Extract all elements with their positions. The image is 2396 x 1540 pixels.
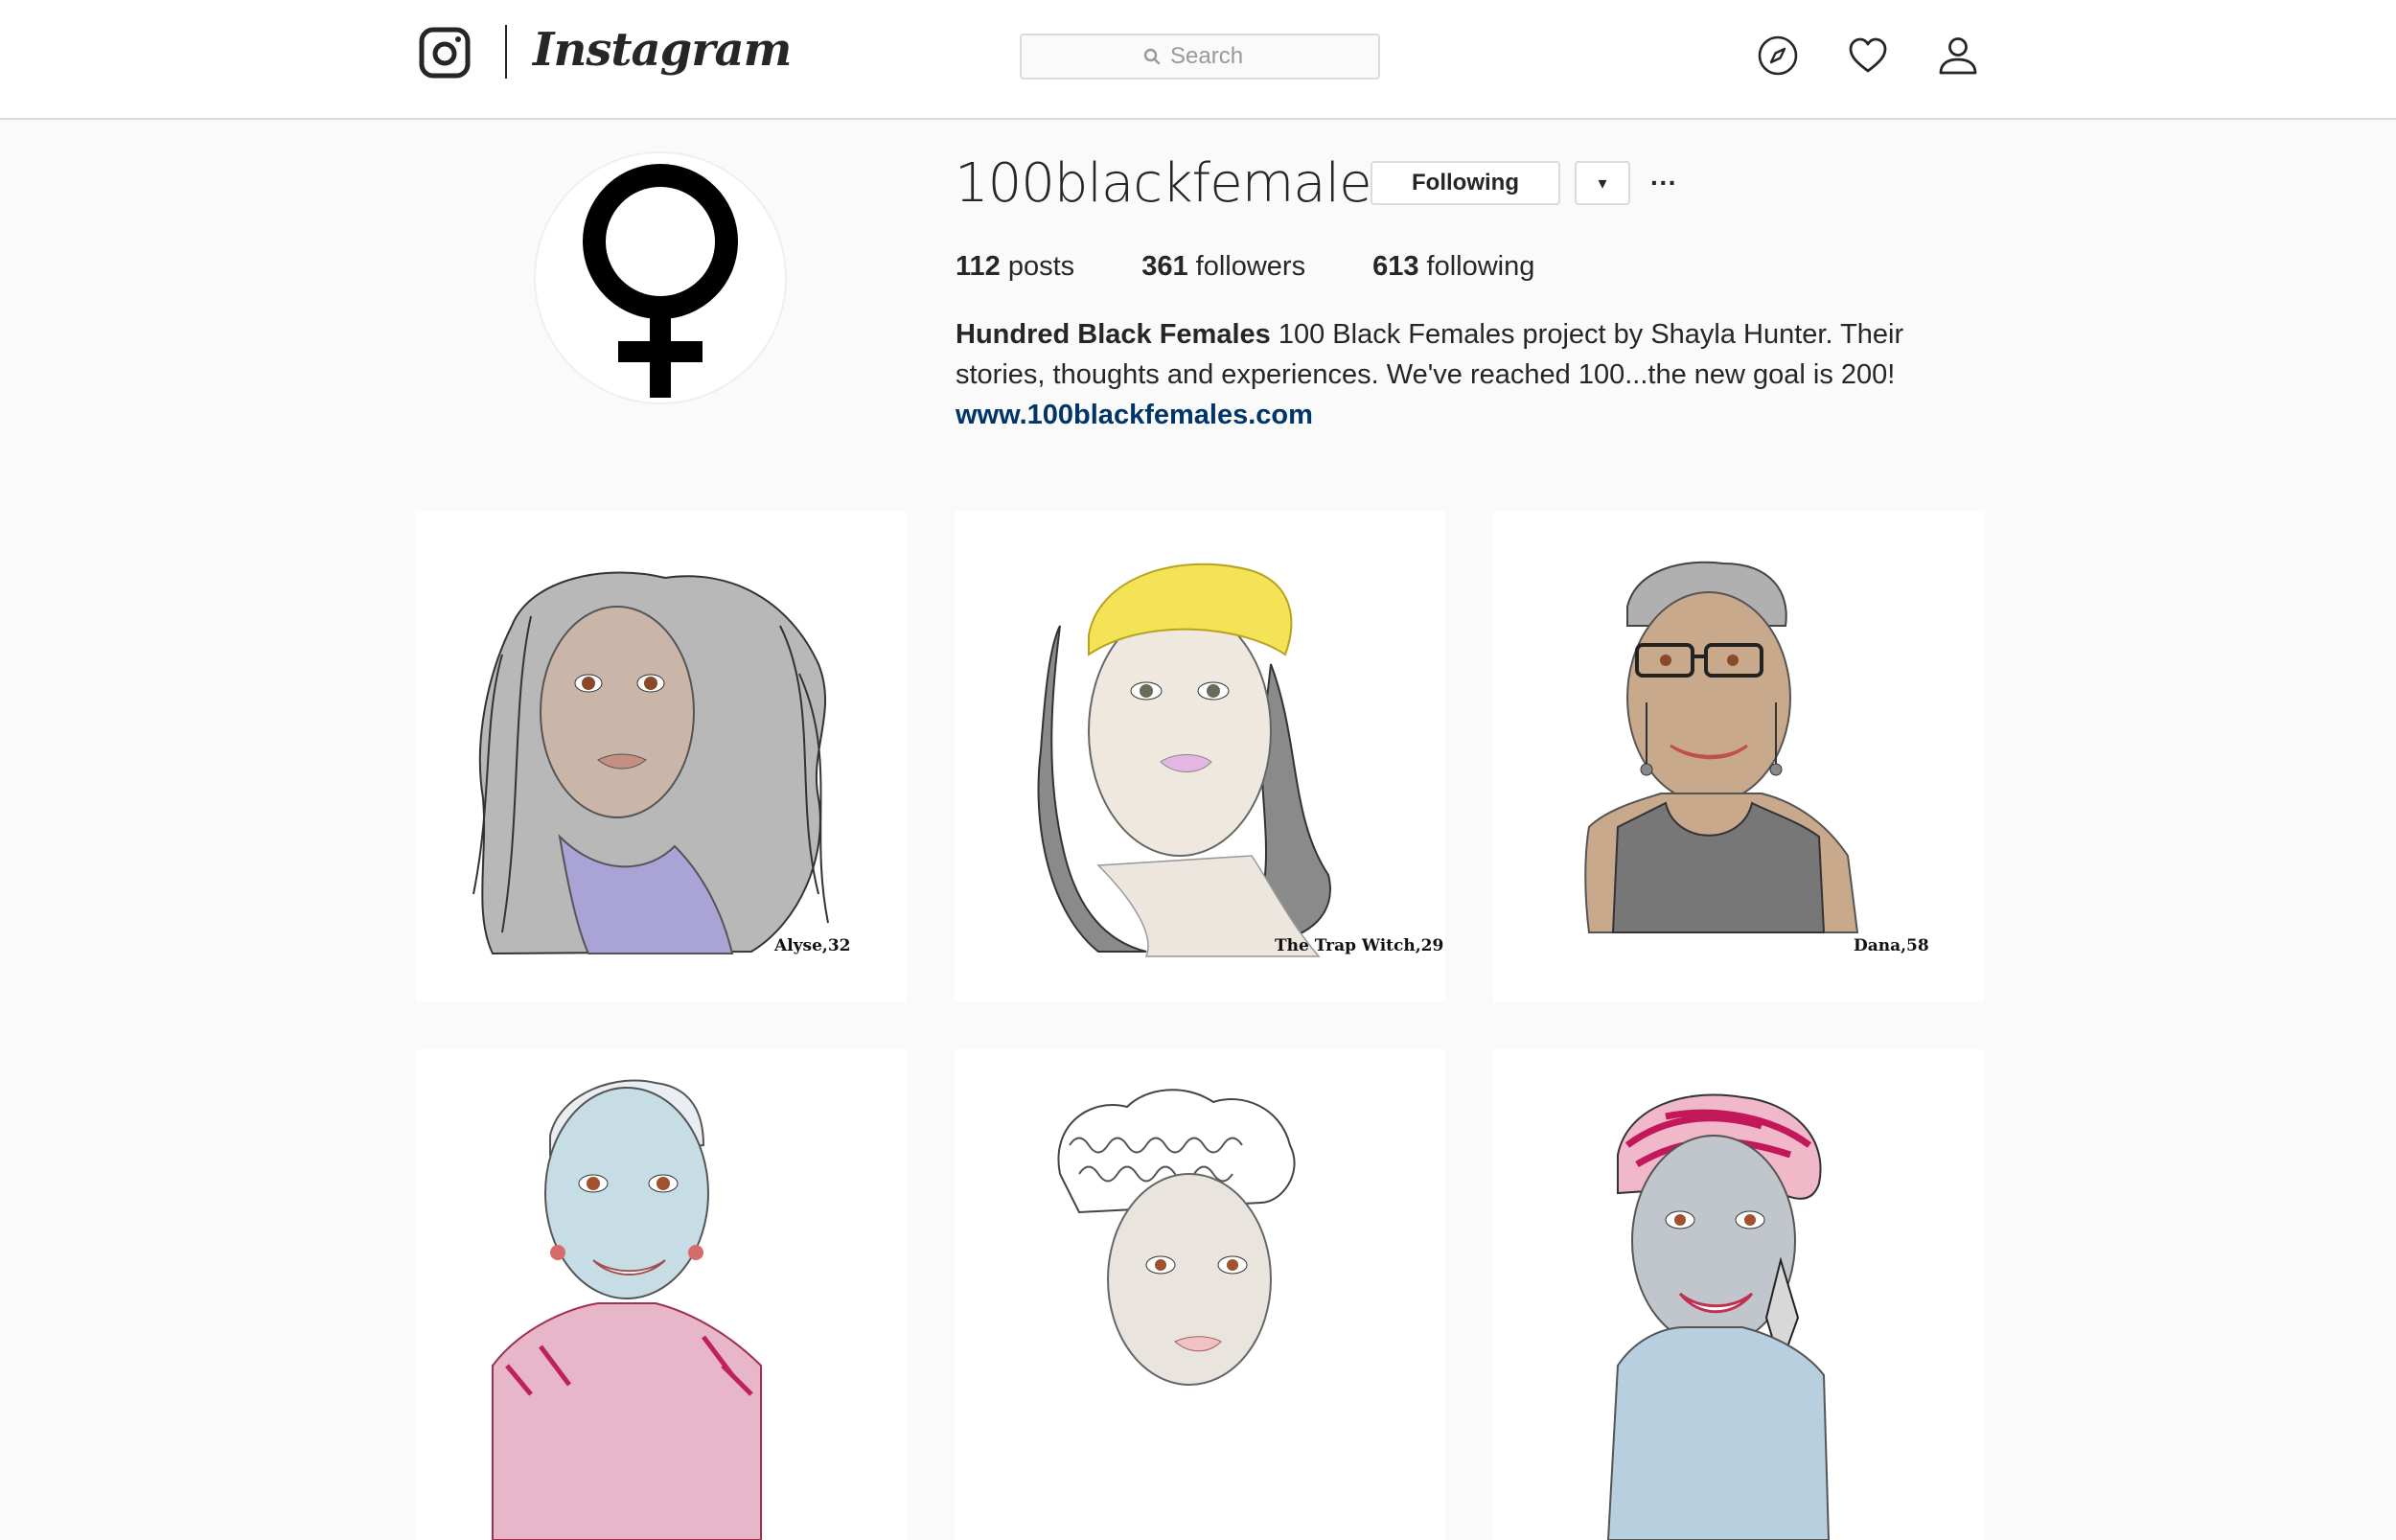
female-symbol-icon bbox=[583, 164, 738, 398]
post-tile[interactable]: The Trap Witch,29 bbox=[955, 511, 1445, 1001]
post-drawing bbox=[1606, 1093, 1831, 1540]
top-navigation-bar: Instagram bbox=[0, 0, 2396, 120]
post-drawing bbox=[492, 1079, 762, 1540]
search-icon bbox=[1143, 48, 1161, 65]
post-caption: The Trap Witch,29 bbox=[1275, 936, 1444, 955]
logo-divider bbox=[505, 25, 507, 79]
post-drawing bbox=[1584, 561, 1859, 933]
post-caption: Dana,58 bbox=[1854, 936, 1929, 955]
suggestions-dropdown-button[interactable]: ▾ bbox=[1575, 161, 1630, 205]
post-drawing bbox=[1037, 563, 1331, 957]
post-tile[interactable] bbox=[1493, 1049, 1984, 1540]
post-caption: Alyse,32 bbox=[774, 936, 851, 955]
compass-icon[interactable] bbox=[1757, 34, 1799, 77]
post-drawing bbox=[472, 571, 829, 955]
following-button[interactable]: Following bbox=[1371, 161, 1560, 205]
more-dots-icon: ··· bbox=[1650, 168, 1677, 197]
instagram-camera-icon[interactable] bbox=[419, 27, 471, 79]
profile-username: 100blackfemales bbox=[955, 152, 1399, 215]
posts-label: posts bbox=[1007, 251, 1075, 282]
profile-stats: 112 posts 361 followers 613 following bbox=[956, 247, 1534, 286]
more-options-button[interactable]: ··· bbox=[1647, 161, 1681, 205]
following-count: 613 bbox=[1372, 251, 1419, 282]
search-box[interactable] bbox=[1020, 34, 1380, 80]
post-drawing bbox=[1057, 1089, 1296, 1386]
post-tile[interactable]: Dana,58 bbox=[1493, 511, 1984, 1001]
profile-avatar[interactable] bbox=[534, 151, 787, 404]
profile-bio: Hundred Black Females 100 Black Females … bbox=[956, 314, 1981, 435]
following-label: following bbox=[1426, 251, 1535, 282]
followers-count: 361 bbox=[1141, 251, 1188, 282]
post-tile[interactable]: Alyse,32 bbox=[416, 511, 907, 1001]
person-icon[interactable] bbox=[1937, 34, 1979, 77]
followers-label: followers bbox=[1195, 251, 1306, 282]
bio-website-link[interactable]: www.100blackfemales.com bbox=[956, 395, 1981, 435]
bio-full-name: Hundred Black Females bbox=[956, 319, 1271, 350]
following-stat[interactable]: 613 following bbox=[1372, 247, 1534, 286]
instagram-wordmark[interactable]: Instagram bbox=[533, 21, 792, 79]
caret-down-icon: ▾ bbox=[1598, 172, 1607, 193]
post-tile[interactable] bbox=[955, 1049, 1445, 1540]
posts-stat: 112 posts bbox=[956, 247, 1074, 286]
posts-count: 112 bbox=[956, 251, 1001, 282]
post-tile[interactable] bbox=[416, 1049, 907, 1540]
search-input[interactable] bbox=[1170, 43, 1256, 70]
followers-stat[interactable]: 361 followers bbox=[1141, 247, 1305, 286]
heart-icon[interactable] bbox=[1847, 34, 1889, 77]
